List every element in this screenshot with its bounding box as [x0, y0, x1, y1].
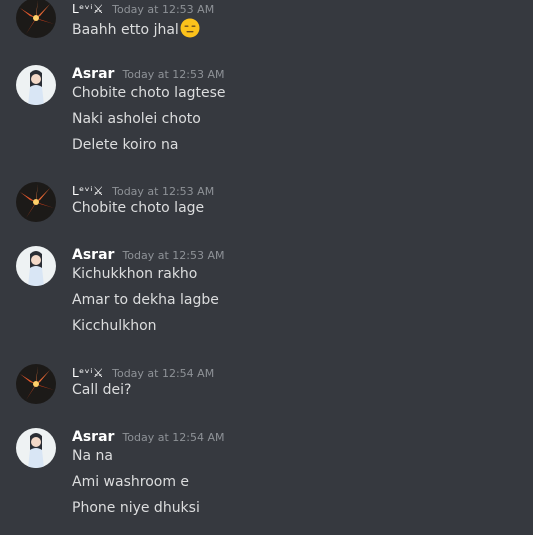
message-line: Phone niye dhuksi: [72, 500, 200, 516]
message-line: Chobite choto lage: [72, 200, 205, 216]
anime-girl-avatar-icon: [16, 428, 56, 468]
message-line: Chobite choto lagtese: [72, 85, 226, 101]
username[interactable]: Asrar: [72, 247, 114, 263]
username[interactable]: Lᵉᵛⁱ⚔: [72, 2, 104, 16]
message-line: Kicchulkhon: [72, 318, 157, 334]
message-line: Kichukkhon rakho: [72, 266, 198, 282]
timestamp: Today at 12:53 AM: [112, 3, 215, 16]
timestamp: Today at 12:53 AM: [122, 249, 225, 262]
anime-girl-avatar-icon: [16, 246, 56, 286]
message-text: Baahh etto jhal: [72, 18, 200, 38]
message-line: Delete koiro na: [72, 137, 179, 153]
message-list: Lᵉᵛⁱ⚔ Today at 12:53 AM Baahh etto jhal: [0, 0, 533, 535]
avatar[interactable]: [16, 182, 56, 222]
message-header: Lᵉᵛⁱ⚔ Today at 12:53 AM: [72, 0, 214, 18]
message-header: Asrar Today at 12:54 AM: [72, 426, 225, 446]
username[interactable]: Asrar: [72, 429, 114, 445]
expressionless-face-emoji-icon: [180, 18, 200, 38]
avatar[interactable]: [16, 364, 56, 404]
message-line: Baahh etto jhal: [72, 22, 179, 38]
timestamp: Today at 12:54 AM: [122, 431, 225, 444]
message-header: Lᵉᵛⁱ⚔ Today at 12:54 AM: [72, 362, 214, 382]
username[interactable]: Lᵉᵛⁱ⚔: [72, 366, 104, 380]
message-line: Amar to dekha lagbe: [72, 292, 219, 308]
message-header: Asrar Today at 12:53 AM: [72, 244, 225, 264]
message-line: Naki asholei choto: [72, 111, 201, 127]
avatar[interactable]: [16, 65, 56, 105]
avatar[interactable]: [16, 0, 56, 38]
orange-flower-avatar-icon: [16, 0, 56, 38]
timestamp: Today at 12:53 AM: [112, 185, 215, 198]
message-line: Ami washroom e: [72, 474, 190, 490]
orange-flower-avatar-icon: [16, 364, 56, 404]
message-header: Lᵉᵛⁱ⚔ Today at 12:53 AM: [72, 180, 214, 200]
message-line: Call dei?: [72, 382, 132, 398]
message-header: Asrar Today at 12:53 AM: [72, 63, 225, 83]
timestamp: Today at 12:53 AM: [122, 68, 225, 81]
username[interactable]: Lᵉᵛⁱ⚔: [72, 184, 104, 198]
orange-flower-avatar-icon: [16, 182, 56, 222]
timestamp: Today at 12:54 AM: [112, 367, 215, 380]
avatar[interactable]: [16, 246, 56, 286]
anime-girl-avatar-icon: [16, 65, 56, 105]
message-line: Na na: [72, 448, 113, 464]
username[interactable]: Asrar: [72, 66, 114, 82]
avatar[interactable]: [16, 428, 56, 468]
